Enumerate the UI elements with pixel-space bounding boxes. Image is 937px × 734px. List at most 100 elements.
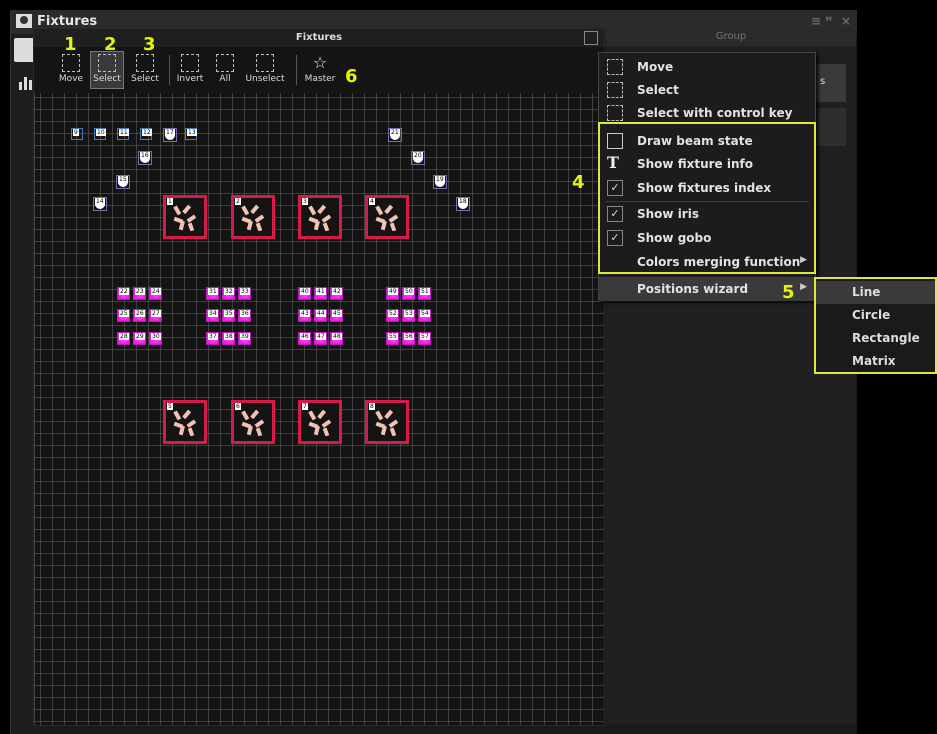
color-fixture[interactable]: 48 xyxy=(330,332,343,345)
select-ctrl-icon xyxy=(607,105,623,121)
fixture-spot[interactable]: 15 xyxy=(116,175,130,189)
gobo-fixture[interactable]: 2 xyxy=(231,195,275,239)
gobo-fixture[interactable]: 6 xyxy=(231,400,275,444)
fixture-spot[interactable]: 18 xyxy=(456,197,470,211)
color-fixture[interactable]: 36 xyxy=(238,309,251,322)
wizard-line[interactable]: Line xyxy=(816,281,935,304)
fixture-spot[interactable]: 16 xyxy=(138,151,152,165)
color-fixture[interactable]: 38 xyxy=(222,332,235,345)
fixture-index-label: 6 xyxy=(235,403,241,410)
fixture-square[interactable]: 11 xyxy=(117,128,129,140)
star-icon: ☆ xyxy=(312,53,328,72)
fixture-index-label: 29 xyxy=(135,333,145,340)
color-fixture[interactable]: 53 xyxy=(402,309,415,322)
color-fixture[interactable]: 43 xyxy=(298,309,311,322)
color-fixture[interactable]: 39 xyxy=(238,332,251,345)
color-fixture[interactable]: 34 xyxy=(206,309,219,322)
move-button[interactable]: Move xyxy=(54,51,88,89)
color-fixture[interactable]: 56 xyxy=(402,332,415,345)
color-fixture[interactable]: 54 xyxy=(418,309,431,322)
color-fixture[interactable]: 49 xyxy=(386,287,399,300)
color-fixture[interactable]: 41 xyxy=(314,287,327,300)
fixture-spot[interactable]: 20 xyxy=(411,151,425,165)
menu-item-select[interactable]: Select xyxy=(599,78,815,102)
window-menu-icon[interactable]: ≡ xyxy=(811,14,821,28)
fixture-index-label: 8 xyxy=(369,403,375,410)
fixture-index-label: 42 xyxy=(332,288,342,295)
select-ctrl-button[interactable]: Select xyxy=(128,51,162,89)
fixture-index-label: 1 xyxy=(167,198,173,205)
color-fixture[interactable]: 26 xyxy=(133,309,146,322)
close-icon[interactable]: × xyxy=(841,14,851,28)
color-fixture[interactable]: 28 xyxy=(117,332,130,345)
color-fixture[interactable]: 47 xyxy=(314,332,327,345)
toolbar: Move Select Select Invert All Unselect ☆… xyxy=(34,47,604,93)
all-button[interactable]: All xyxy=(208,51,242,89)
fixture-square[interactable]: 17 xyxy=(163,128,177,142)
fixture-square[interactable]: 9 xyxy=(71,128,83,140)
color-fixture[interactable]: 32 xyxy=(222,287,235,300)
color-fixture[interactable]: 42 xyxy=(330,287,343,300)
color-fixture[interactable]: 55 xyxy=(386,332,399,345)
fixture-spot[interactable]: 19 xyxy=(433,175,447,189)
gobo-fixture[interactable]: 5 xyxy=(163,400,207,444)
pin-icon[interactable]: ꟸ xyxy=(825,14,832,28)
fixture-index-label: 37 xyxy=(208,333,218,340)
gobo-fixture[interactable]: 7 xyxy=(298,400,342,444)
color-fixture[interactable]: 31 xyxy=(206,287,219,300)
color-fixture[interactable]: 25 xyxy=(117,309,130,322)
fixture-index-label: 57 xyxy=(420,333,430,340)
color-fixture[interactable]: 33 xyxy=(238,287,251,300)
fixture-index-label: 48 xyxy=(332,333,342,340)
gobo-fixture[interactable]: 4 xyxy=(365,195,409,239)
fixture-index-label: 52 xyxy=(388,310,398,317)
color-fixture[interactable]: 27 xyxy=(149,309,162,322)
color-fixture[interactable]: 51 xyxy=(418,287,431,300)
fixture-index-label: 28 xyxy=(119,333,129,340)
unselect-button[interactable]: Unselect xyxy=(244,51,286,89)
fixture-square[interactable]: 13 xyxy=(185,128,197,140)
fixture-spot[interactable]: 21 xyxy=(388,128,402,142)
color-fixture[interactable]: 52 xyxy=(386,309,399,322)
fixture-index-label: 31 xyxy=(208,288,218,295)
panel-menu-icon[interactable] xyxy=(584,31,598,45)
select-button[interactable]: Select xyxy=(90,51,124,89)
color-fixture[interactable]: 24 xyxy=(149,287,162,300)
color-fixture[interactable]: 46 xyxy=(298,332,311,345)
gobo-fixture[interactable]: 3 xyxy=(298,195,342,239)
annotation-4: 4 xyxy=(572,172,585,193)
color-fixture[interactable]: 57 xyxy=(418,332,431,345)
color-fixture[interactable]: 50 xyxy=(402,287,415,300)
fixture-index-label: 2 xyxy=(235,198,241,205)
fixture-square[interactable]: 12 xyxy=(140,128,152,140)
color-fixture[interactable]: 23 xyxy=(133,287,146,300)
annotation-2: 2 xyxy=(104,34,117,55)
fixtures-grid[interactable]: 9 10 11 12 17 13 16 15 14 21 20 19 18 1 2 3 4 5 6 7 8 22 23 24 2… xyxy=(34,93,604,725)
color-fixture[interactable]: 35 xyxy=(222,309,235,322)
color-fixture[interactable]: 37 xyxy=(206,332,219,345)
fixture-index-label: 16 xyxy=(140,152,150,159)
color-fixture[interactable]: 40 xyxy=(298,287,311,300)
gobo-fixture[interactable]: 8 xyxy=(365,400,409,444)
fixture-index-label: 47 xyxy=(316,333,326,340)
fixture-index-label: 11 xyxy=(119,129,129,136)
master-button[interactable]: ☆ Master xyxy=(300,51,340,89)
color-fixture[interactable]: 30 xyxy=(149,332,162,345)
color-fixture[interactable]: 29 xyxy=(133,332,146,345)
color-fixture[interactable]: 22 xyxy=(117,287,130,300)
fixture-index-label: 33 xyxy=(240,288,250,295)
gobo-fixture[interactable]: 1 xyxy=(163,195,207,239)
fixture-index-label: 23 xyxy=(135,288,145,295)
color-fixture[interactable]: 44 xyxy=(314,309,327,322)
menu-item-move[interactable]: Move xyxy=(599,55,815,79)
color-fixture[interactable]: 45 xyxy=(330,309,343,322)
wizard-circle[interactable]: Circle xyxy=(816,304,935,327)
window-title: Fixtures xyxy=(37,14,98,29)
wizard-matrix[interactable]: Matrix xyxy=(816,350,935,373)
invert-button[interactable]: Invert xyxy=(173,51,207,89)
fixture-square[interactable]: 10 xyxy=(94,128,106,140)
wizard-rectangle[interactable]: Rectangle xyxy=(816,327,935,350)
fixture-spot[interactable]: 14 xyxy=(93,197,107,211)
fixture-index-label: 44 xyxy=(316,310,326,317)
unselect-icon xyxy=(256,54,274,72)
